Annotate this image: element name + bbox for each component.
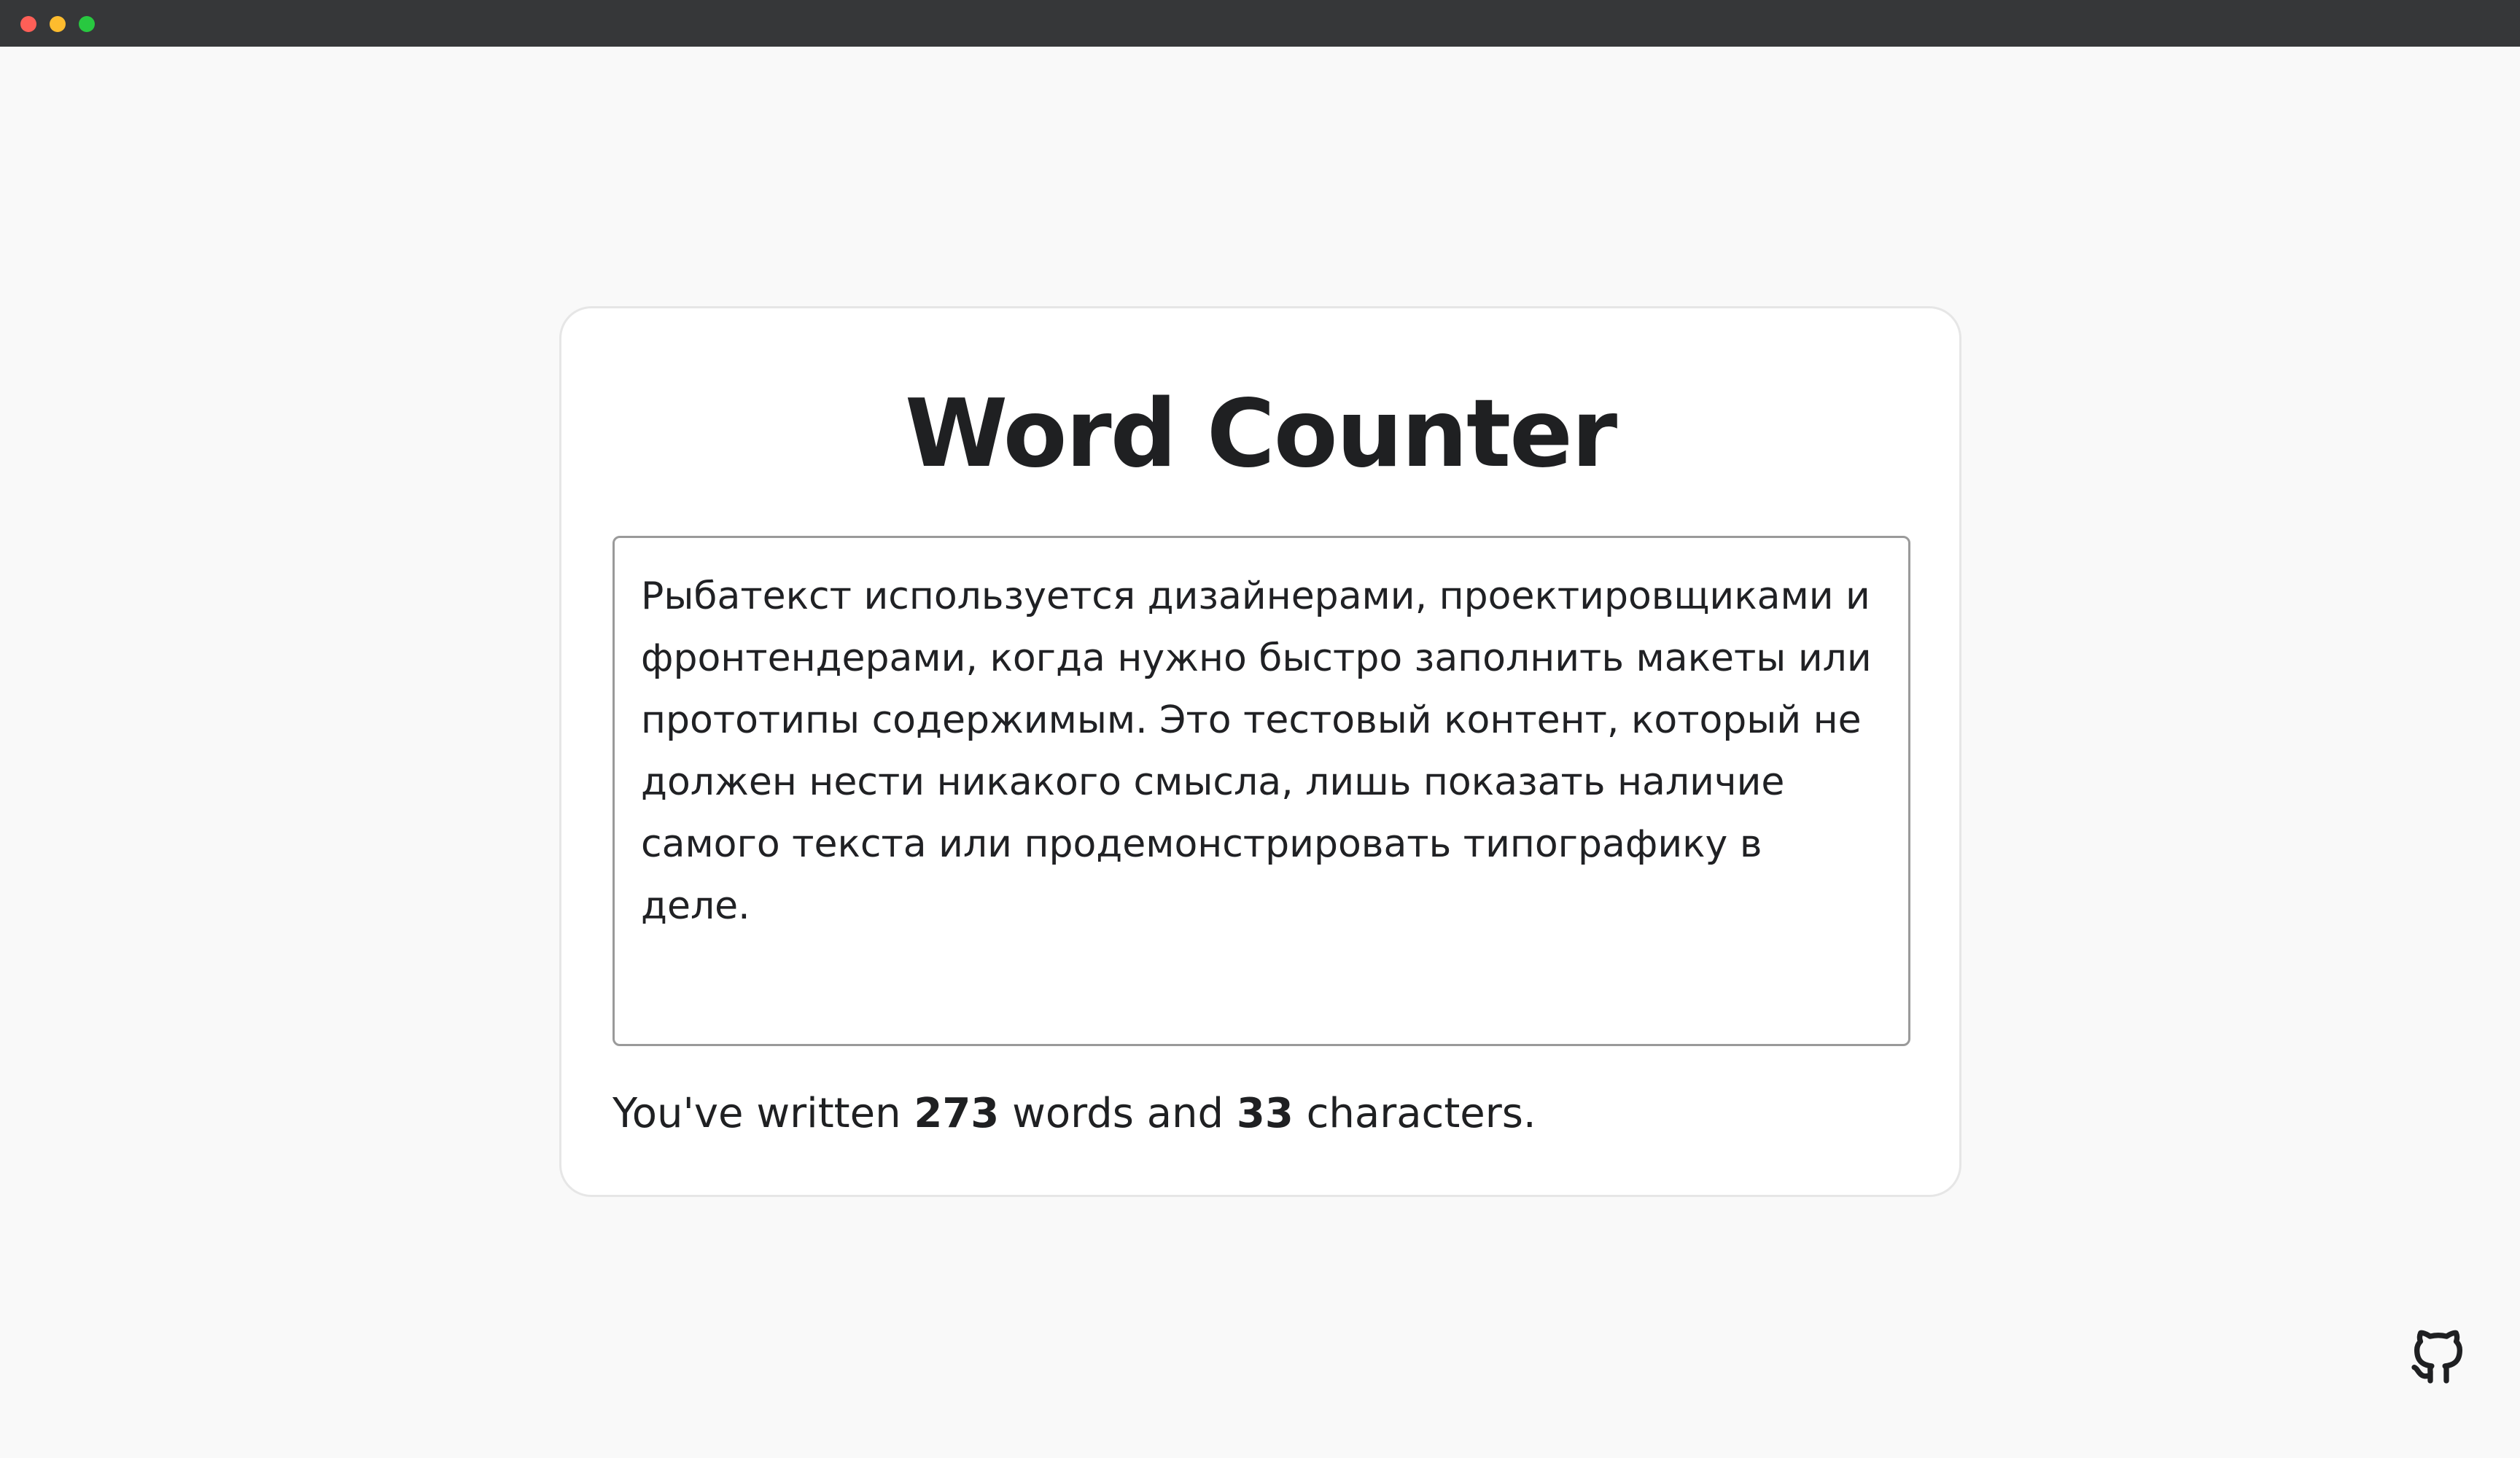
word-character-stats: You've written 273 words and 33 characte… <box>612 1085 1536 1143</box>
minimize-window-button[interactable] <box>50 16 66 32</box>
stats-middle: words and <box>999 1090 1237 1137</box>
close-window-button[interactable] <box>20 16 36 32</box>
github-icon <box>2406 1323 2470 1390</box>
character-count: 33 <box>1236 1090 1294 1137</box>
zoom-window-button[interactable] <box>79 16 95 32</box>
text-input-area[interactable]: Рыбатекст используется дизайнерами, прое… <box>612 536 1910 1046</box>
page-title: Word Counter <box>904 380 1617 488</box>
stats-suffix: characters. <box>1293 1090 1536 1137</box>
word-counter-card: Word Counter Рыбатекст используется диза… <box>559 306 1961 1197</box>
stats-prefix: You've written <box>612 1090 914 1137</box>
github-link[interactable] <box>2406 1323 2470 1390</box>
word-count: 273 <box>914 1090 1000 1137</box>
window-titlebar <box>0 0 2520 47</box>
